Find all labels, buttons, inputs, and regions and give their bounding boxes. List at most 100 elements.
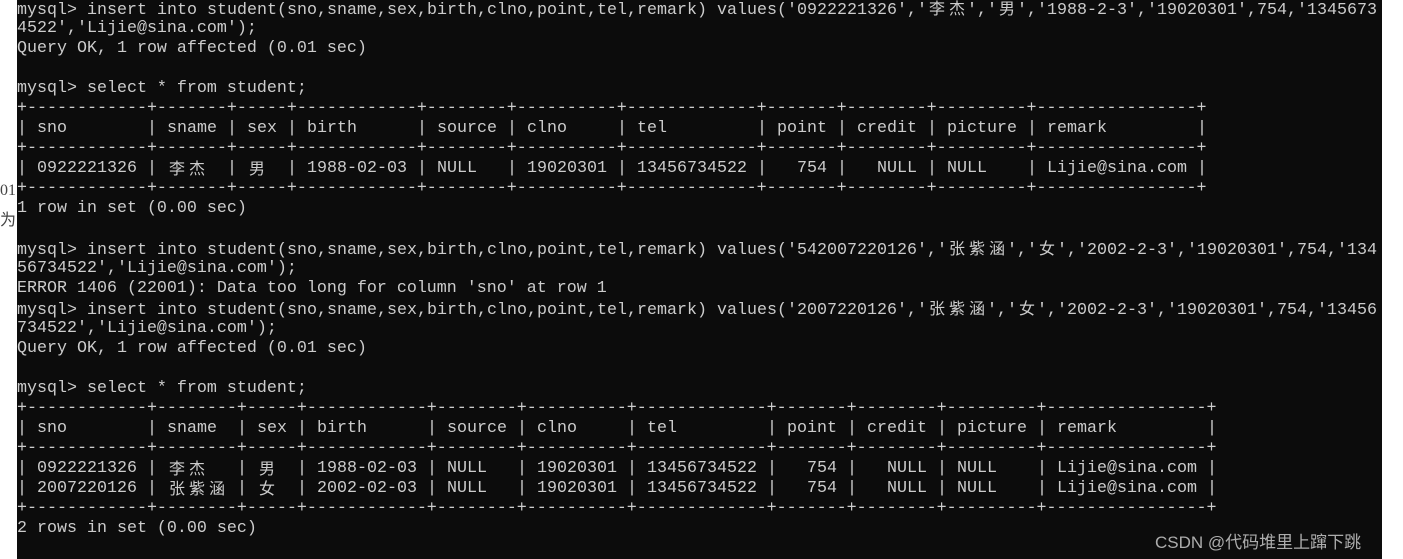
column-separator: | [927,119,937,138]
column-separator: | [17,159,27,178]
column-separator: | [627,419,637,438]
table-cell: 19020301 [537,479,617,498]
column-header: credit [867,419,927,438]
column-separator: | [227,159,237,178]
column-separator: | [937,479,947,498]
command-line: mysql> insert into student(sno,sname,sex… [17,0,1377,20]
column-header: credit [857,119,917,138]
command-line: mysql> insert into student(sno,sname,sex… [17,299,1377,320]
column-separator: | [147,459,157,478]
column-separator: | [767,459,777,478]
column-separator: | [237,479,247,498]
table-cell: 19020301 [537,459,617,478]
table-cell: 13456734522 [647,479,757,498]
table-cell: 男 [248,159,265,178]
column-header: point [777,119,827,138]
table-cell: Lijie@sina.com [1057,479,1197,498]
column-header: sname [167,119,217,138]
table-border: +------------+-------+-----+------------… [17,99,1207,118]
column-separator: | [417,159,427,178]
column-header: tel [647,419,677,438]
table-cell: 张紫涵 [168,479,225,498]
column-separator: | [1207,419,1217,438]
column-header: source [437,119,497,138]
column-separator: | [147,479,157,498]
column-separator: | [1037,419,1047,438]
command-line: mysql> select * from student; [17,379,307,398]
column-separator: | [837,159,847,178]
column-separator: | [417,119,427,138]
column-separator: | [297,479,307,498]
column-header: clno [527,119,567,138]
column-header: sno [37,419,67,438]
table-cell: 1988-02-03 [317,459,417,478]
column-separator: | [147,419,157,438]
column-separator: | [1037,479,1047,498]
table-cell: 754 [797,159,827,178]
table-cell: 2007220126 [37,479,137,498]
csdn-watermark: CSDN @代码堆里上蹿下跳 [1155,533,1362,552]
column-separator: | [767,479,777,498]
column-separator: | [1207,459,1217,478]
column-separator: | [427,479,437,498]
table-border: +------------+--------+-----+-----------… [17,399,1217,418]
column-separator: | [517,479,527,498]
column-separator: | [627,479,637,498]
column-header: sno [37,119,67,138]
column-separator: | [297,459,307,478]
output-line: 2 rows in set (0.00 sec) [17,519,257,538]
column-separator: | [17,459,27,478]
column-separator: | [1207,479,1217,498]
table-cell: 0922221326 [37,459,137,478]
table-cell: 754 [807,459,837,478]
column-separator: | [847,479,857,498]
column-separator: | [297,419,307,438]
column-separator: | [627,459,637,478]
column-separator: | [937,459,947,478]
column-separator: | [837,119,847,138]
column-separator: | [237,419,247,438]
table-cell: 13456734522 [637,159,747,178]
table-cell: 李杰 [168,459,205,478]
column-separator: | [617,159,627,178]
column-header: sname [167,419,217,438]
table-border: +------------+-------+-----+------------… [17,139,1207,158]
command-line: mysql> select * from student; [17,79,307,98]
table-cell: NULL [957,479,997,498]
column-separator: | [147,119,157,138]
table-cell: 男 [258,459,275,478]
command-line: mysql> insert into student(sno,sname,sex… [17,239,1377,260]
column-separator: | [927,159,937,178]
output-line: 4522','Lijie@sina.com'); [17,19,257,38]
column-separator: | [17,479,27,498]
column-header: source [447,419,507,438]
table-cell: 李杰 [168,159,205,178]
table-cell: 754 [807,479,837,498]
table-cell: 女 [258,479,275,498]
table-cell: NULL [947,159,987,178]
column-separator: | [17,119,27,138]
output-line: Query OK, 1 row affected (0.01 sec) [17,339,367,358]
column-separator: | [427,459,437,478]
column-separator: | [847,459,857,478]
error-message: ERROR 1406 (22001): Data too long for co… [17,279,607,298]
column-separator: | [237,459,247,478]
column-separator: | [847,419,857,438]
output-line: Query OK, 1 row affected (0.01 sec) [17,39,367,58]
column-separator: | [1027,119,1037,138]
table-cell: NULL [887,459,927,478]
column-header: remark [1057,419,1117,438]
output-line: 56734522','Lijie@sina.com'); [17,259,297,278]
column-separator: | [507,119,517,138]
column-header: point [787,419,837,438]
table-cell: 1988-02-03 [307,159,407,178]
column-header: picture [957,419,1027,438]
column-separator: | [427,419,437,438]
mysql-terminal[interactable]: mysql> insert into student(sno,sname,sex… [17,0,1382,559]
output-line: 734522','Lijie@sina.com'); [17,319,277,338]
table-cell: 19020301 [527,159,607,178]
table-cell: Lijie@sina.com [1047,159,1187,178]
table-cell: NULL [957,459,997,478]
table-border: +------------+--------+-----+-----------… [17,499,1217,518]
column-separator: | [1027,159,1037,178]
